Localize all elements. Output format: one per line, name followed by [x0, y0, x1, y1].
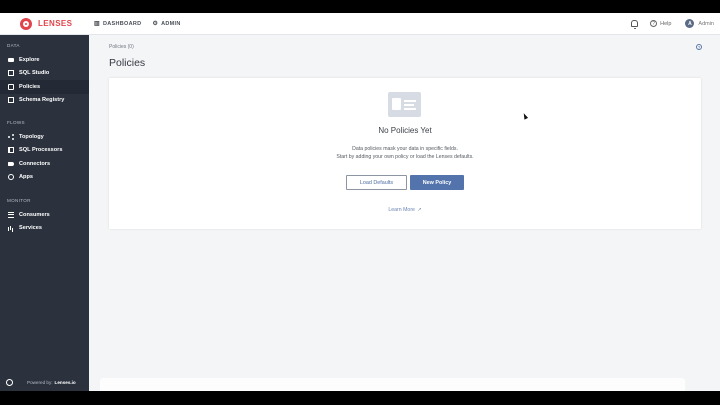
- schema-icon: [8, 97, 14, 104]
- app-frame: LENSES ▥ DASHBOARD ⚙ ADMIN ? Help A Admi…: [0, 13, 720, 391]
- sidebar-item-connectors[interactable]: Connectors: [0, 157, 89, 171]
- sidebar-item-consumers[interactable]: Consumers: [0, 208, 89, 222]
- learn-more-link[interactable]: Learn More ↗: [109, 207, 701, 213]
- sidebar-item-sql-studio[interactable]: SQL Studio: [0, 67, 89, 81]
- avatar: A: [685, 19, 695, 28]
- powered-by: Powered by: Lenses.io: [0, 373, 89, 391]
- sidebar-item-label: SQL Processors: [19, 147, 63, 154]
- user-name: Admin: [698, 20, 714, 27]
- load-defaults-button[interactable]: Load Defaults: [346, 175, 407, 190]
- nav-dashboard[interactable]: ▥ DASHBOARD: [94, 20, 142, 28]
- lenses-logo-icon: [20, 17, 32, 30]
- nav-dashboard-label: DASHBOARD: [102, 20, 142, 27]
- empty-state-card: No Policies Yet Data policies mask your …: [109, 78, 701, 229]
- question-icon: ?: [650, 20, 658, 27]
- sidebar-item-label: SQL Studio: [19, 70, 50, 77]
- bell-icon[interactable]: [631, 20, 639, 29]
- bar-chart-icon: ▥: [94, 21, 100, 27]
- sidebar-section-monitor: MONITOR: [7, 198, 31, 203]
- learn-more-label: Learn More: [388, 207, 415, 213]
- folder-icon: [8, 57, 14, 62]
- empty-desc-line-1: Data policies mask your data in specific…: [352, 146, 458, 152]
- sidebar-item-explore[interactable]: Explore: [0, 53, 89, 67]
- sidebar-item-services[interactable]: Services: [0, 222, 89, 236]
- help-button[interactable]: ? Help: [650, 20, 671, 27]
- sidebar-section-flows: FLOWS: [7, 120, 25, 125]
- id-card-icon: [388, 92, 421, 117]
- empty-state-title: No Policies Yet: [378, 126, 432, 135]
- footer-strip: [100, 378, 685, 391]
- sidebar-item-label: Schema Registry: [19, 97, 65, 104]
- page-title: Policies: [109, 57, 146, 69]
- nav-admin-label: ADMIN: [161, 20, 181, 27]
- topology-icon: [8, 134, 14, 140]
- sidebar-section-data: DATA: [7, 43, 20, 48]
- gear-icon: ⚙: [152, 21, 159, 27]
- consumers-icon: [8, 211, 14, 218]
- powered-brand[interactable]: Lenses.io: [55, 380, 76, 385]
- sidebar-item-label: Apps: [19, 174, 33, 181]
- sidebar-item-label: Services: [19, 225, 43, 232]
- services-icon: [8, 225, 14, 232]
- sidebar-item-sql-processors[interactable]: SQL Processors: [0, 144, 89, 158]
- empty-desc-line-2: Start by adding your own policy or load …: [336, 153, 474, 160]
- sql-studio-icon: [8, 70, 14, 77]
- connector-icon: [8, 161, 14, 166]
- processor-icon: [8, 147, 14, 154]
- sidebar-item-policies[interactable]: Policies: [0, 80, 89, 94]
- top-bar: LENSES ▥ DASHBOARD ⚙ ADMIN ? Help A Admi…: [0, 13, 720, 35]
- top-nav: ▥ DASHBOARD ⚙ ADMIN: [94, 20, 192, 28]
- brand-name: LENSES: [38, 19, 73, 28]
- apps-icon: [8, 174, 14, 181]
- new-policy-button[interactable]: New Policy: [410, 175, 464, 190]
- brand-logo[interactable]: LENSES: [0, 13, 89, 35]
- top-right-controls: ? Help A Admin: [631, 19, 720, 29]
- sidebar-item-label: Connectors: [19, 160, 51, 167]
- empty-state-description: Data policies mask your data in specific…: [109, 146, 701, 161]
- sidebar-item-label: Explore: [19, 56, 40, 63]
- sidebar-item-label: Consumers: [19, 211, 50, 218]
- main-content: Policies (0) Policies ? No Policies Yet …: [89, 35, 720, 391]
- sidebar: DATA Explore SQL Studio Policies Schema …: [0, 35, 89, 391]
- sidebar-item-label: Policies: [19, 83, 41, 90]
- document-icon: [8, 83, 14, 90]
- external-link-icon: ↗: [417, 207, 422, 213]
- sidebar-item-label: Topology: [19, 133, 44, 140]
- lenses-small-logo-icon: [6, 378, 13, 386]
- sidebar-item-schema-registry[interactable]: Schema Registry: [0, 94, 89, 108]
- page-help-icon[interactable]: ?: [696, 44, 702, 50]
- sidebar-item-topology[interactable]: Topology: [0, 130, 89, 144]
- sidebar-item-apps[interactable]: Apps: [0, 171, 89, 185]
- user-menu[interactable]: A Admin: [685, 19, 714, 28]
- powered-prefix: Powered by:: [27, 379, 53, 385]
- help-label: Help: [660, 20, 672, 27]
- nav-admin[interactable]: ⚙ ADMIN: [152, 20, 181, 28]
- breadcrumb: Policies (0): [109, 44, 134, 50]
